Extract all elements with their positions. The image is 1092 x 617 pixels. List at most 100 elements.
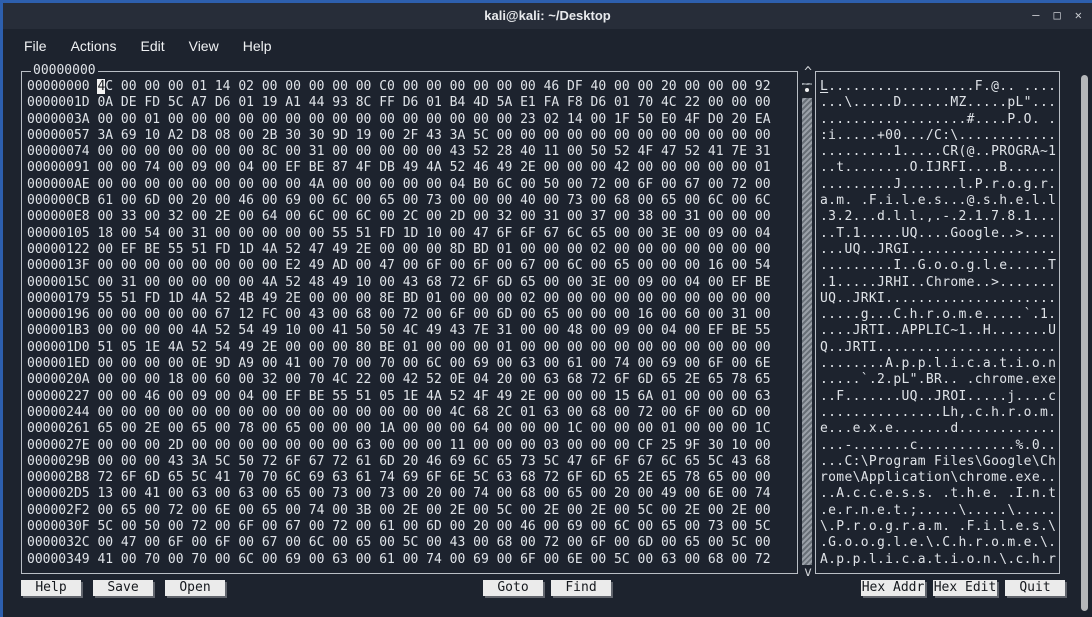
hex-row[interactable]: 000001B3 00 00 00 00 4A 52 54 49 10 00 4… (27, 323, 796, 339)
save-button[interactable]: Save (93, 580, 153, 596)
menu-item-actions[interactable]: Actions (68, 36, 120, 56)
row-address: 00000000 (27, 79, 90, 94)
hex-row[interactable]: 0000032C 00 47 00 6F 00 6F 00 67 00 6C 0… (27, 535, 796, 551)
hex-row[interactable]: 000000CB 61 00 6D 00 20 00 46 00 69 00 6… (27, 193, 796, 209)
hex-row[interactable]: 0000020A 00 00 00 18 00 60 00 32 00 70 4… (27, 372, 796, 388)
maximize-icon[interactable]: □ (1054, 6, 1061, 24)
ascii-row[interactable]: .G.o.o.g.l.e.\.C.h.r.o.m.e.\. (820, 535, 1058, 551)
editor-scrollbar-track[interactable] (802, 83, 812, 565)
hex-row[interactable]: 00000179 55 51 FD 1D 4A 52 4B 49 2E 00 0… (27, 291, 796, 307)
hex-row[interactable]: 000002F2 00 65 00 72 00 6E 00 65 00 74 0… (27, 503, 796, 519)
ascii-row[interactable]: .........1.....CR(@..PROGRA~1 (820, 144, 1058, 160)
ascii-row[interactable]: Q..JRTI...................... (820, 340, 1058, 356)
hex-row[interactable]: 00000057 3A 69 10 A2 D8 08 00 2B 30 30 9… (27, 128, 796, 144)
ascii-row[interactable]: ..A.c.c.e.s.s. .t.h.e. .I.n.t (820, 486, 1058, 502)
hex-row[interactable]: 00000105 18 00 54 00 31 00 00 00 00 00 5… (27, 226, 796, 242)
hex-row[interactable]: 00000074 00 00 00 00 00 00 00 8C 00 31 0… (27, 144, 796, 160)
row-address: 000000E8 (27, 209, 90, 225)
hex-row[interactable]: 00000122 00 EF BE 55 51 FD 1D 4A 52 47 4… (27, 242, 796, 258)
row-address: 00000105 (27, 225, 90, 241)
hex-panel[interactable]: 00000000 00000000 4C 00 00 00 01 14 02 0… (21, 63, 798, 574)
row-address: 00000349 (27, 551, 90, 567)
hex-row[interactable]: 00000244 00 00 00 00 00 00 00 00 00 00 0… (27, 405, 796, 421)
hex-addr-button[interactable]: Hex Addr (861, 580, 925, 596)
ascii-panel[interactable]: L..................F.@.. .... ...\.....D.… (815, 71, 1060, 574)
hex-row[interactable]: 000001D0 51 05 1E 4A 52 54 49 2E 00 00 0… (27, 340, 796, 356)
scroll-up-arrow-icon[interactable]: ^ (801, 65, 815, 80)
titlebar[interactable]: kali@kali: ~/Desktop – □ ✕ (3, 3, 1092, 29)
ascii-row[interactable]: .....g...C.h.r.o.m.e.....`.1. (820, 307, 1058, 323)
hex-row[interactable]: 000002D5 13 00 41 00 63 00 63 00 65 00 7… (27, 486, 796, 502)
ascii-row[interactable]: ...............Lh,.c.h.r.o.m. (820, 405, 1058, 421)
ascii-cursor[interactable]: L (820, 79, 828, 94)
ascii-row[interactable]: UQ..JRKI..................... (820, 291, 1058, 307)
ascii-row[interactable]: .1.....JRHI..Chrome..>....... (820, 275, 1058, 291)
help-button[interactable]: Help (21, 580, 81, 596)
terminal-window: kali@kali: ~/Desktop – □ ✕ File Actions Edit… (0, 0, 1092, 617)
scroll-down-arrow-icon[interactable]: v (801, 565, 815, 580)
ascii-row[interactable]: \.P.r.o.g.r.a.m. .F.i.l.e.s.\ (820, 519, 1058, 535)
row-address: 0000013F (27, 258, 90, 274)
open-button[interactable]: Open (165, 580, 225, 596)
ascii-row[interactable]: a.m. .F.i.l.e.s...@.s.h.e.l.l (820, 193, 1058, 209)
hex-rows[interactable]: 00000000 4C 00 00 00 01 14 02 00 00 00 0… (27, 79, 796, 570)
ascii-row[interactable]: ..t........O.IJRFI....B...... (820, 160, 1058, 176)
hex-row[interactable]: 0000013F 00 00 00 00 00 00 00 00 E2 49 A… (27, 258, 796, 274)
ascii-row[interactable]: ...UQ..JRGI.................. (820, 242, 1058, 258)
hex-row[interactable]: 0000003A 00 00 01 00 00 00 00 00 00 00 0… (27, 112, 796, 128)
ascii-row[interactable]: rome\Application\chrome.exe.. (820, 470, 1058, 486)
ascii-row[interactable]: L..................F.@.. .... (820, 79, 1058, 95)
hex-row[interactable]: 0000001D 0A DE FD 5C A7 D6 01 19 A1 44 9… (27, 95, 796, 111)
ascii-row[interactable]: ........A.p.p.l.i.c.a.t.i.o.n (820, 356, 1058, 372)
row-address: 000000CB (27, 193, 90, 209)
hex-row[interactable]: 00000000 4C 00 00 00 01 14 02 00 00 00 0… (27, 79, 796, 95)
row-address: 000001ED (27, 356, 90, 372)
menu-item-help[interactable]: Help (240, 36, 275, 56)
hex-row[interactable]: 00000091 00 00 74 00 09 00 04 00 EF BE 8… (27, 160, 796, 176)
ascii-row[interactable]: .e.r.n.e.t.;.....\.....\..... (820, 503, 1058, 519)
hex-row[interactable]: 000000E8 00 33 00 32 00 2E 00 64 00 6C 0… (27, 209, 796, 225)
hex-row[interactable]: 0000015C 00 31 00 00 00 00 00 4A 52 48 4… (27, 275, 796, 291)
menu-item-file[interactable]: File (21, 36, 50, 56)
goto-button[interactable]: Goto (483, 580, 543, 596)
ascii-row[interactable]: A.p.p.l.i.c.a.t.i.o.n.\.c.h.r (820, 552, 1058, 568)
quit-button[interactable]: Quit (1005, 580, 1065, 596)
row-address: 00000179 (27, 290, 90, 306)
hex-row[interactable]: 0000027E 00 00 00 2D 00 00 00 00 00 00 0… (27, 438, 796, 454)
ascii-row[interactable]: .....`.2.pL".BR.. .chrome.exe (820, 372, 1058, 388)
close-icon[interactable]: ✕ (1075, 6, 1082, 24)
ascii-row[interactable]: .........J.......l.P.r.o.g.r. (820, 177, 1058, 193)
hex-edit-button[interactable]: Hex Edit (933, 580, 997, 596)
ascii-row[interactable]: ..................#....P.O. . (820, 112, 1058, 128)
hex-row[interactable]: 000000AE 00 00 00 00 00 00 00 00 00 4A 0… (27, 177, 796, 193)
ascii-row[interactable]: ..T.1.....UQ....Google..>.... (820, 226, 1058, 242)
editor-scrollbar-thumb[interactable] (802, 85, 812, 98)
hex-row[interactable]: 00000196 00 00 00 00 00 67 12 FC 00 43 0… (27, 307, 796, 323)
row-address: 0000029B (27, 453, 90, 469)
ascii-row[interactable]: ...-.......c............%.0.. (820, 438, 1058, 454)
hex-row[interactable]: 00000227 00 00 46 00 09 00 04 00 EF BE 5… (27, 389, 796, 405)
ascii-row[interactable]: ....JRTI..APPLIC~1..H.......U (820, 323, 1058, 339)
terminal-scrollbar[interactable] (1078, 29, 1092, 617)
ascii-row[interactable]: .3.2...d.l.l.,.-.2.1.7.8.1... (820, 209, 1058, 225)
menu-item-edit[interactable]: Edit (137, 36, 167, 56)
ascii-row[interactable]: .........I..G.o.o.g.l.e.....T (820, 258, 1058, 274)
ascii-row[interactable]: ...C:\Program Files\Google\Ch (820, 454, 1058, 470)
hex-row[interactable]: 00000261 65 00 2E 00 65 00 78 00 65 00 0… (27, 421, 796, 437)
ascii-rows[interactable]: L..................F.@.. .... ...\.....D.… (820, 79, 1058, 570)
ascii-row[interactable]: :i.....+00.../C:\............ (820, 128, 1058, 144)
ascii-row[interactable]: e...e.x.e.......d............ (820, 421, 1058, 437)
hex-row[interactable]: 00000349 41 00 70 00 70 00 6C 00 69 00 6… (27, 552, 796, 568)
minimize-icon[interactable]: – (1032, 6, 1039, 24)
hex-row[interactable]: 000002B8 72 6F 6D 65 5C 41 70 70 6C 69 6… (27, 470, 796, 486)
hex-cursor[interactable]: 4 (97, 79, 106, 94)
ascii-row[interactable]: ...\.....D......MZ.....pL"... (820, 95, 1058, 111)
ascii-row[interactable]: ..F.......UQ..JROI.....j....c (820, 389, 1058, 405)
hex-row[interactable]: 000001ED 00 00 00 00 0E 9D A9 00 41 00 7… (27, 356, 796, 372)
terminal-scrollbar-thumb[interactable] (1081, 75, 1088, 611)
row-address: 00000091 (27, 160, 90, 176)
menu-item-view[interactable]: View (186, 36, 222, 56)
hex-row[interactable]: 0000029B 00 00 00 43 3A 5C 50 72 6F 67 7… (27, 454, 796, 470)
hex-row[interactable]: 0000030F 5C 00 50 00 72 00 6F 00 67 00 7… (27, 519, 796, 535)
find-button[interactable]: Find (551, 580, 611, 596)
